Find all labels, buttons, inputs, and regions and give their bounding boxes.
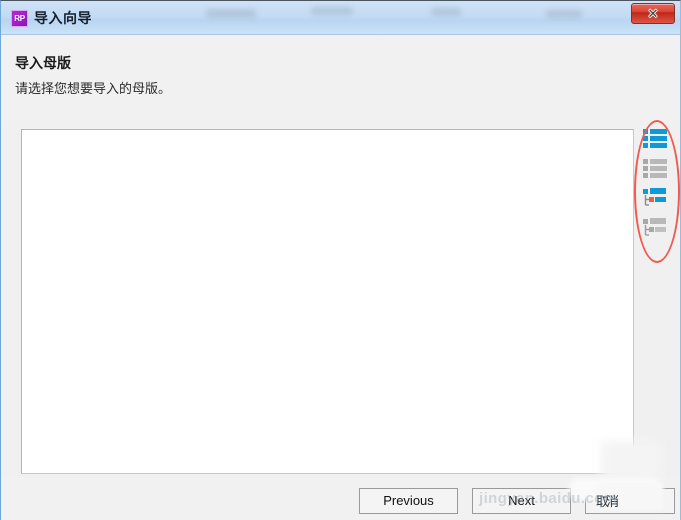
wizard-header: 导入母版 请选择您想要导入的母版。	[2, 35, 680, 121]
page-subtitle: 请选择您想要导入的母版。	[15, 81, 172, 96]
app-icon-label: RP	[14, 14, 25, 23]
next-button[interactable]: Next	[472, 488, 571, 514]
view-mode-toolbar	[641, 126, 673, 246]
wizard-footer: Previous Next	[2, 477, 680, 520]
page-title: 导入母版	[15, 55, 71, 71]
tree-view-icon[interactable]	[641, 216, 671, 242]
previous-button[interactable]: Previous	[359, 488, 458, 514]
titlebar-blur-artifact	[431, 8, 461, 16]
tree-view-active-icon[interactable]	[641, 186, 671, 212]
titlebar-blur-artifact	[546, 10, 582, 18]
close-button[interactable]: ✕	[631, 3, 675, 24]
titlebar-blur-artifact	[311, 7, 353, 15]
app-icon: RP	[11, 10, 28, 27]
window-title: 导入向导	[34, 10, 92, 26]
title-bar: RP 导入向导 ✕	[1, 1, 680, 35]
master-list-panel[interactable]	[21, 129, 634, 474]
list-view-icon[interactable]	[641, 156, 671, 182]
close-icon: ✕	[647, 6, 659, 21]
import-wizard-window: RP 导入向导 ✕ 导入母版 请选择您想要导入的母版。 Previous Nex…	[0, 0, 681, 520]
cancel-button[interactable]	[585, 488, 675, 514]
titlebar-blur-artifact	[206, 9, 256, 18]
list-view-active-icon[interactable]	[641, 126, 671, 152]
